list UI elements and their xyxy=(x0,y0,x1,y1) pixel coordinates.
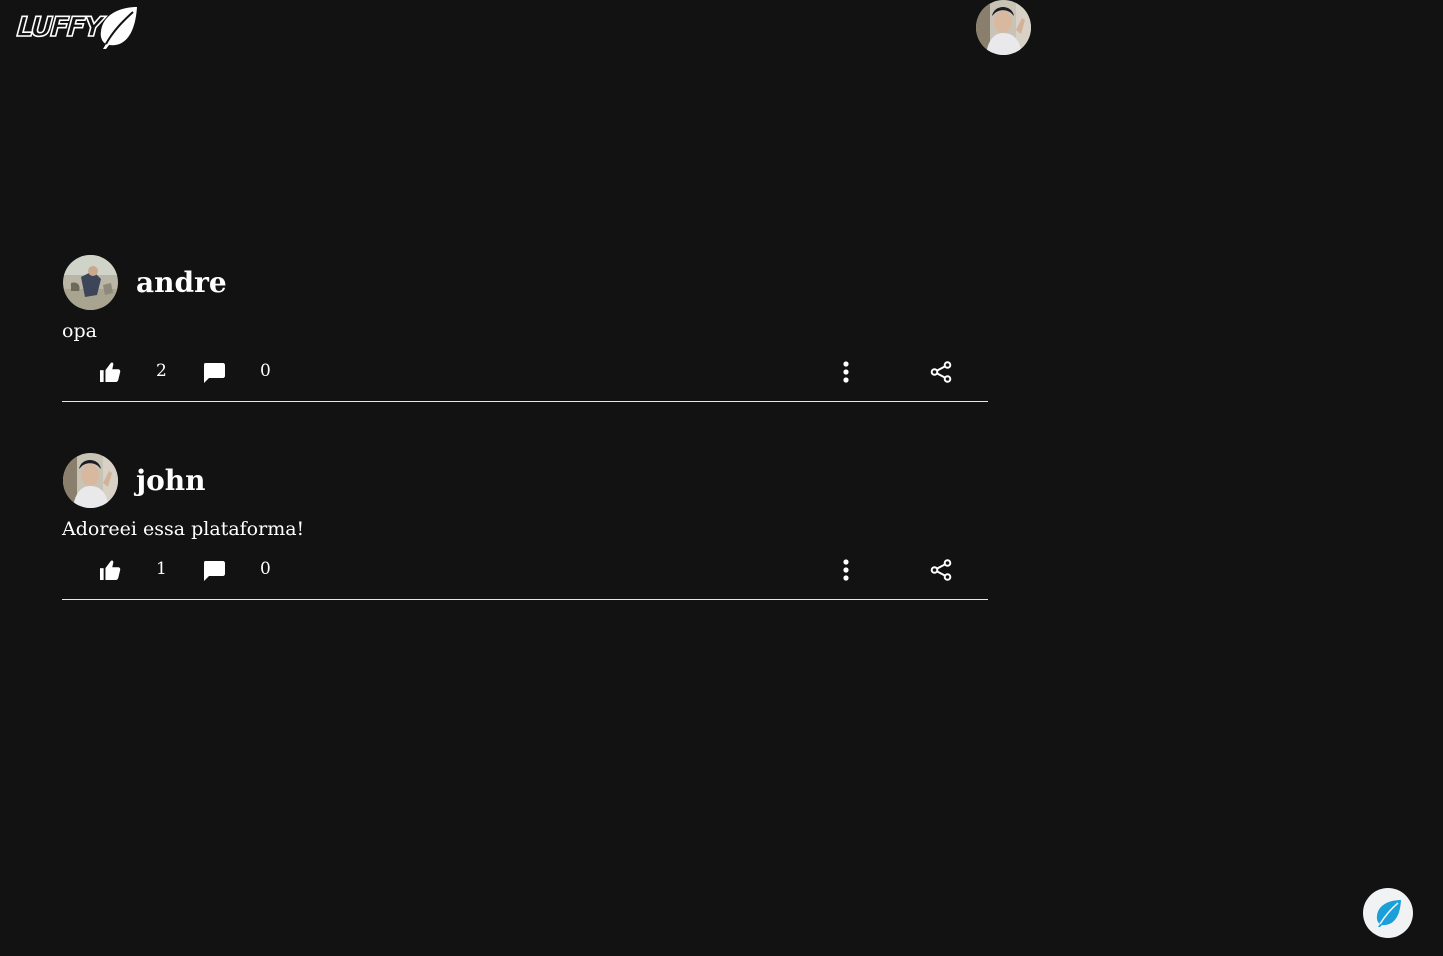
comment-icon xyxy=(204,560,225,581)
share-icon xyxy=(930,559,952,581)
profile-avatar[interactable] xyxy=(976,0,1031,55)
author-name[interactable]: andre xyxy=(136,266,227,299)
more-options-button[interactable] xyxy=(836,358,856,386)
post-card: john Adoreei essa plataforma! 1 0 xyxy=(62,448,988,600)
share-icon xyxy=(930,361,952,383)
comment-count: 0 xyxy=(260,559,271,579)
post-actions: 2 0 xyxy=(62,358,988,386)
thumb-up-icon xyxy=(100,560,121,580)
top-bar: LUFFY xyxy=(0,0,1443,60)
like-button[interactable] xyxy=(98,556,122,584)
more-options-button[interactable] xyxy=(836,556,856,584)
avatar-photo-icon xyxy=(976,0,1031,55)
logo[interactable]: LUFFY xyxy=(15,5,139,49)
like-count: 1 xyxy=(156,559,167,579)
share-button[interactable] xyxy=(928,556,954,584)
comment-count: 0 xyxy=(260,361,271,381)
like-button[interactable] xyxy=(98,358,122,386)
avatar-photo-icon xyxy=(63,453,118,508)
author-avatar[interactable] xyxy=(63,255,118,310)
post-header: andre xyxy=(63,255,227,310)
like-count: 2 xyxy=(156,361,167,381)
post-card: andre opa 2 0 xyxy=(62,250,988,402)
logo-text: LUFFY xyxy=(15,11,103,44)
more-vertical-icon xyxy=(843,559,849,581)
comment-icon xyxy=(204,362,225,383)
comment-button[interactable] xyxy=(202,358,226,386)
author-name[interactable]: john xyxy=(136,464,206,497)
leaf-icon xyxy=(1376,900,1401,927)
post-header: john xyxy=(63,453,206,508)
post-text: opa xyxy=(62,320,97,342)
more-vertical-icon xyxy=(843,361,849,383)
leaf-logo-icon xyxy=(100,7,138,49)
post-feed: andre opa 2 0 john Adoreei essa platafor… xyxy=(62,250,988,646)
post-text: Adoreei essa plataforma! xyxy=(62,518,305,540)
compose-button[interactable] xyxy=(1363,888,1413,938)
comment-button[interactable] xyxy=(202,556,226,584)
share-button[interactable] xyxy=(928,358,954,386)
avatar-photo-icon xyxy=(63,255,118,310)
thumb-up-icon xyxy=(100,362,121,382)
author-avatar[interactable] xyxy=(63,453,118,508)
post-actions: 1 0 xyxy=(62,556,988,584)
